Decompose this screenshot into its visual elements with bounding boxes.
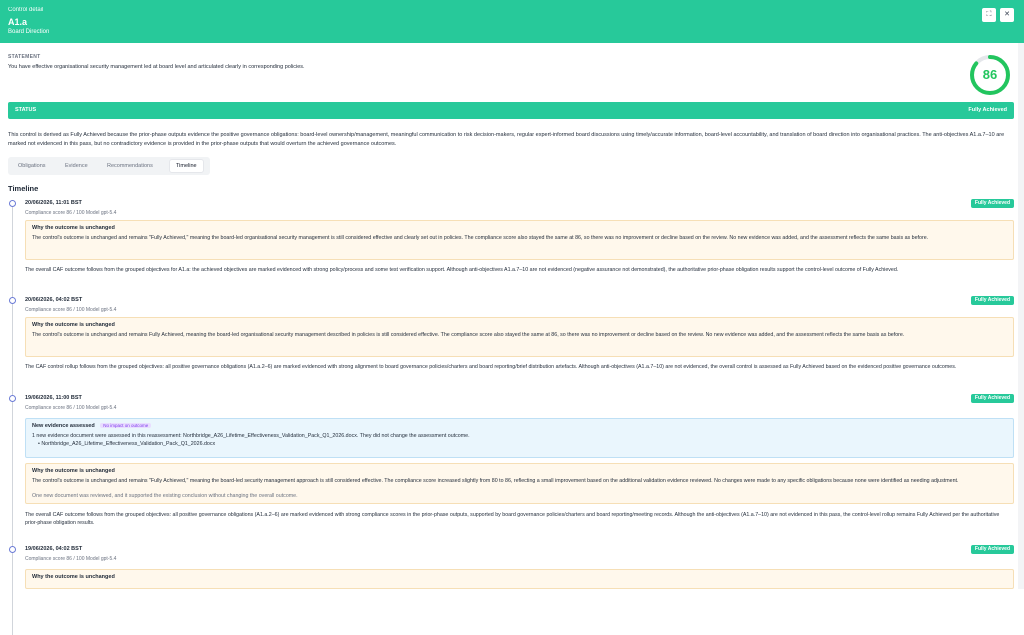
impact-pill: No impact on outcome	[100, 423, 152, 428]
detail-tabs: Obligations Evidence Recommendations Tim…	[8, 157, 210, 175]
control-subtitle: Board Direction	[8, 29, 50, 35]
close-button[interactable]: ✕	[1000, 8, 1014, 22]
outcome-summary: This control is derived as Fully Achieve…	[8, 132, 1005, 147]
entry-meta: Compliance score 86 / 100 Model gpt-5.4	[25, 405, 117, 411]
new-evidence-text: 1 new evidence document were assessed in…	[32, 433, 470, 439]
timeline-dot	[9, 395, 16, 402]
entry-date: 19/06/2026, 04:02 BST	[25, 546, 83, 552]
entry-meta: Compliance score 86 / 100 Model gpt-5.4	[25, 210, 117, 216]
timeline-entry: 19/06/2026, 04:02 BST Compliance score 8…	[8, 545, 1014, 589]
entry-rationale: The CAF control rollup follows from the …	[25, 364, 957, 370]
entry-meta: Compliance score 86 / 100 Model gpt-5.4	[25, 556, 117, 562]
why-text: The control's outcome is unchanged and r…	[32, 478, 959, 484]
close-icon: ✕	[1004, 11, 1010, 18]
why-unchanged-box: Why the outcome is unchanged	[25, 569, 1014, 589]
why-title: Why the outcome is unchanged	[32, 322, 115, 328]
status-badge: Fully Achieved	[970, 545, 1014, 554]
why-title: Why the outcome is unchanged	[32, 225, 115, 231]
entry-date: 20/06/2026, 04:02 BST	[25, 297, 83, 303]
status-badge: Fully Achieved	[970, 296, 1014, 305]
tab-obligations[interactable]: Obligations	[12, 159, 52, 173]
status-badge: Fully Achieved	[970, 394, 1014, 403]
compliance-score-ring: 86	[968, 53, 1012, 97]
timeline-heading: Timeline	[8, 184, 39, 193]
entry-date: 19/06/2026, 11:00 BST	[25, 395, 82, 401]
statement-label: STATEMENT	[8, 54, 41, 60]
tab-timeline[interactable]: Timeline	[169, 159, 204, 173]
why-note: One new document was reviewed, and it su…	[32, 493, 298, 499]
expand-button[interactable]: ⛶	[982, 8, 996, 22]
scrollbar[interactable]	[1018, 43, 1024, 589]
new-evidence-title-text: New evidence assessed	[32, 423, 95, 429]
control-detail-header: Control detail A1.a Board Direction ⛶ ✕	[0, 0, 1024, 43]
status-value: Fully Achieved	[968, 107, 1007, 113]
why-unchanged-box: Why the outcome is unchanged The control…	[25, 463, 1014, 504]
tab-evidence[interactable]: Evidence	[59, 159, 94, 173]
tab-recommendations[interactable]: Recommendations	[101, 159, 159, 173]
timeline-dot	[9, 297, 16, 304]
new-evidence-title: New evidence assessed No impact on outco…	[32, 423, 152, 429]
new-evidence-box: New evidence assessed No impact on outco…	[25, 418, 1014, 458]
timeline-dot	[9, 200, 16, 207]
header-kicker: Control detail	[8, 7, 44, 13]
status-badge: Fully Achieved	[970, 199, 1014, 208]
status-label: STATUS	[15, 107, 37, 113]
why-title: Why the outcome is unchanged	[32, 468, 115, 474]
why-unchanged-box: Why the outcome is unchanged The control…	[25, 317, 1014, 357]
bullet-icon: •	[38, 441, 40, 447]
control-title: A1.a	[8, 17, 28, 27]
timeline-entry: 20/06/2026, 11:01 BST Compliance score 8…	[8, 199, 1014, 287]
why-title: Why the outcome is unchanged	[32, 574, 115, 580]
entry-rationale: The overall CAF outcome follows from the…	[25, 512, 1000, 526]
compliance-score-value: 86	[982, 67, 998, 82]
entry-date: 20/06/2026, 11:01 BST	[25, 200, 82, 206]
timeline-entry: 20/06/2026, 04:02 BST Compliance score 8…	[8, 296, 1014, 386]
entry-meta: Compliance score 86 / 100 Model gpt-5.4	[25, 307, 117, 313]
status-bar: STATUS Fully Achieved	[8, 102, 1014, 119]
evidence-file-item[interactable]: • Northbridge_A26_Lifetime_Effectiveness…	[38, 441, 215, 447]
statement-text: You have effective organisational securi…	[8, 64, 305, 70]
why-text: The control's outcome is unchanged and r…	[32, 332, 905, 338]
entry-rationale: The overall CAF outcome follows from the…	[25, 267, 899, 273]
evidence-file-name: Northbridge_A26_Lifetime_Effectiveness_V…	[41, 441, 216, 447]
expand-icon: ⛶	[986, 11, 992, 18]
why-unchanged-box: Why the outcome is unchanged The control…	[25, 220, 1014, 260]
why-text: The control's outcome is unchanged and r…	[32, 235, 929, 241]
timeline-dot	[9, 546, 16, 553]
